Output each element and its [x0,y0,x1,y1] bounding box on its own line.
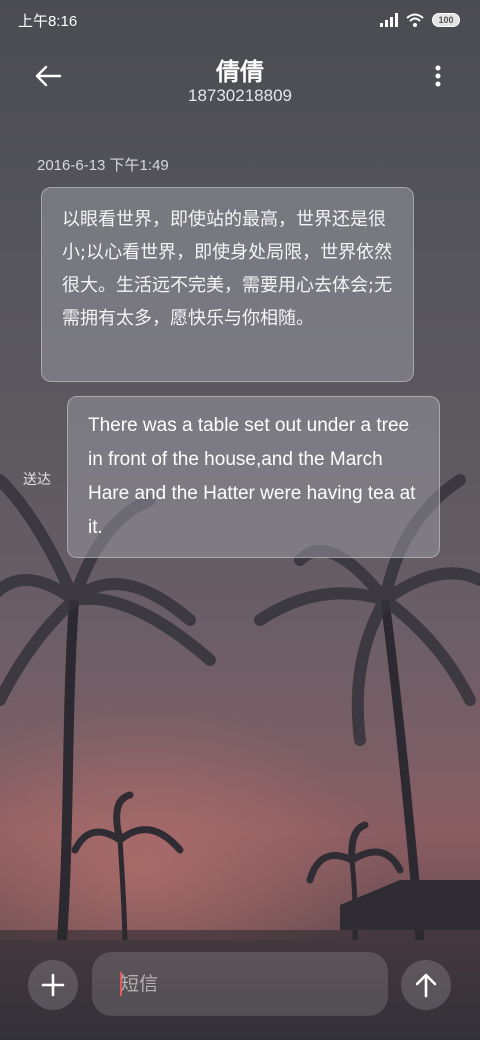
incoming-message-text: 以眼看世界，即使站的最高，世界还是很小;以心看世界，即使身处局限，世界依然很大。… [62,209,393,329]
add-attachment-button[interactable] [28,960,78,1010]
outgoing-message-bubble[interactable]: There was a table set out under a tree i… [67,396,440,558]
status-time: 上午8:16 [18,13,78,30]
contact-phone-number: 18730218809 [187,86,292,105]
text-cursor [120,972,122,996]
outgoing-message-text: There was a table set out under a tree i… [88,415,416,538]
wifi-icon [406,13,424,27]
more-options-button[interactable] [426,56,450,96]
message-timestamp: 2016-6-13 下午1:49 [37,157,169,174]
plus-icon [41,973,65,997]
status-bar: 上午8:16 100 [0,0,480,40]
message-input[interactable] [92,952,388,1016]
battery-icon: 100 [432,13,460,27]
signal-icon [380,13,398,27]
contact-name: 倩倩 [216,58,264,86]
status-icons: 100 [380,10,460,30]
conversation-header: 倩倩 18730218809 [0,48,480,118]
send-button[interactable] [401,960,451,1010]
more-vertical-icon [435,65,441,87]
incoming-message-bubble[interactable]: 以眼看世界，即使站的最高，世界还是很小;以心看世界，即使身处局限，世界依然很大。… [41,187,414,382]
send-arrow-icon [415,973,437,998]
delivered-status: 送达 [23,472,51,488]
message-composer [0,930,480,1040]
